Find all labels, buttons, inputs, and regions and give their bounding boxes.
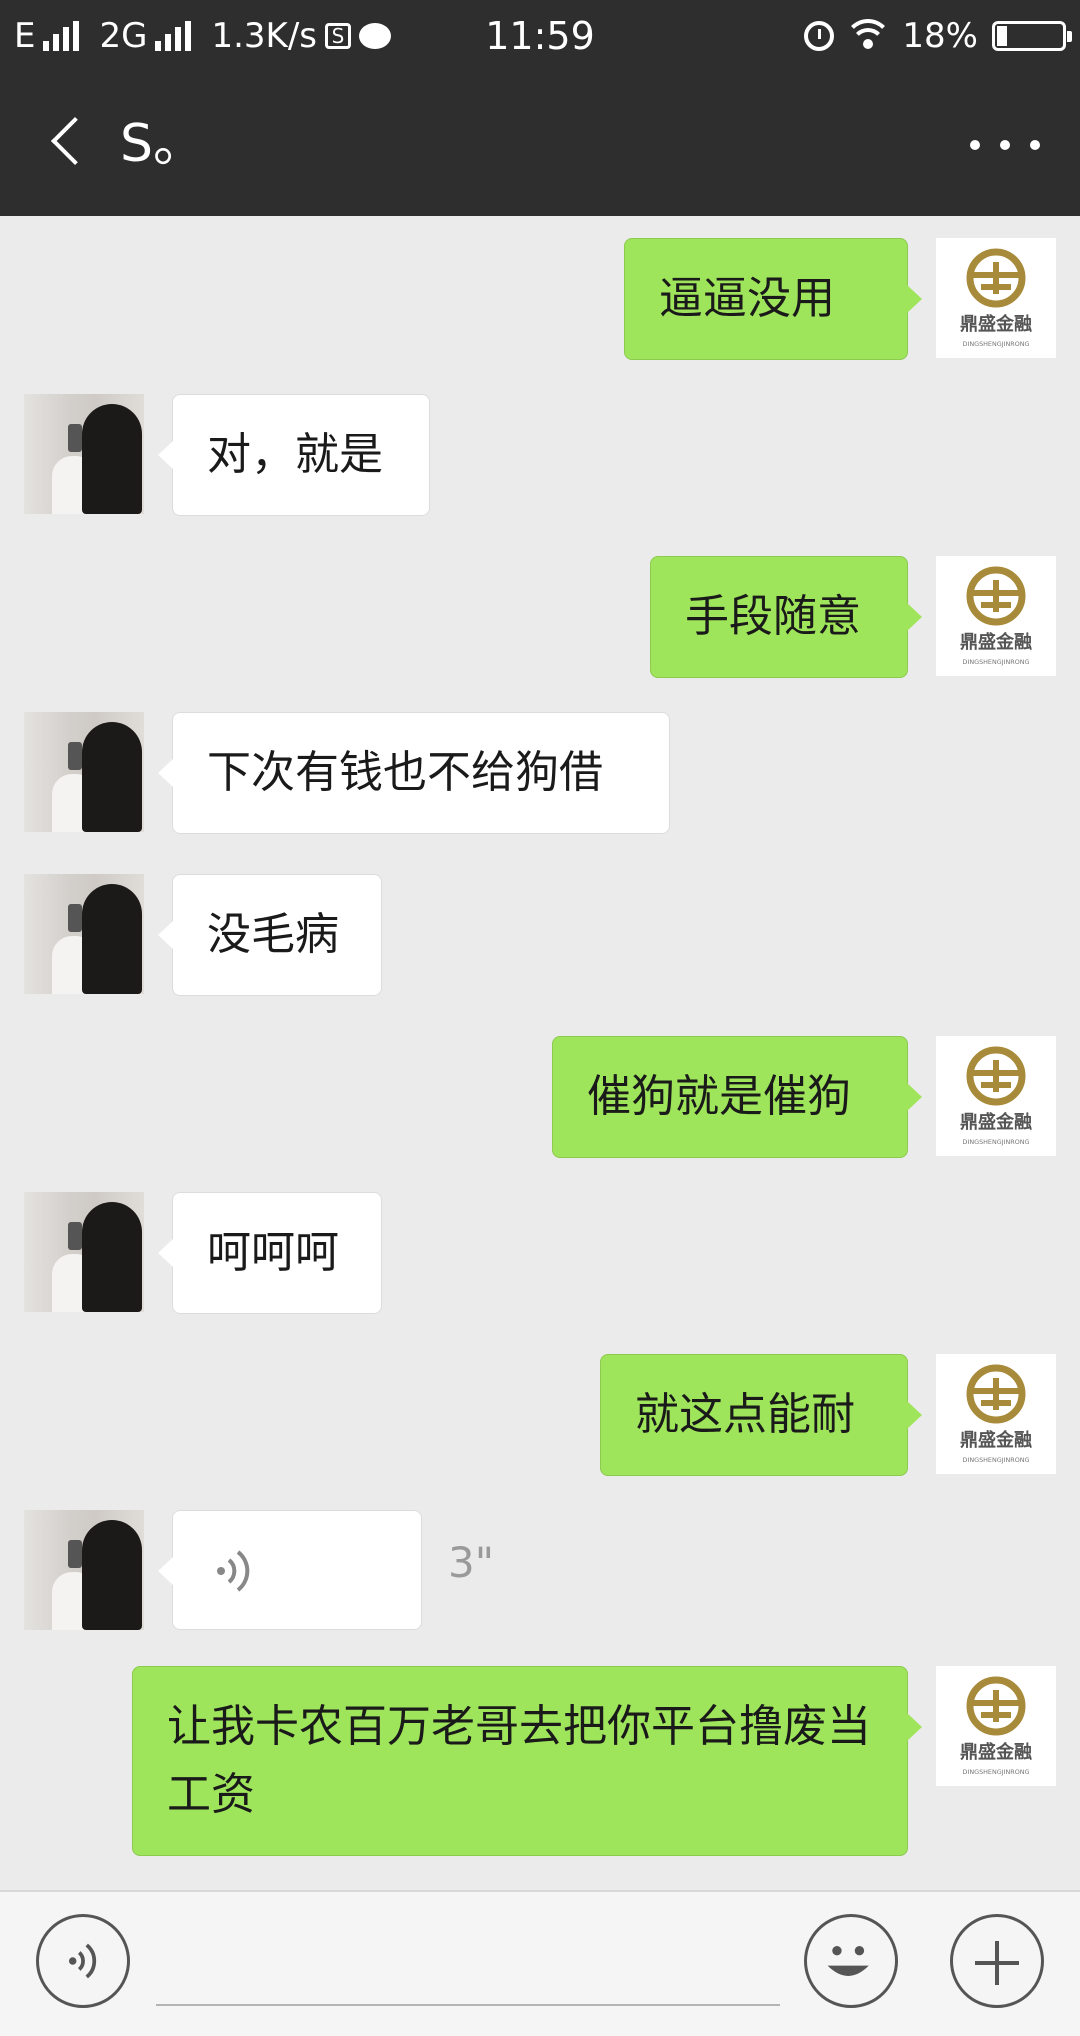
logo-pinyin-text: DINGSHENGJINRONG bbox=[963, 340, 1030, 348]
status-bar: E 2G 1.3K/s S 11:59 18% bbox=[0, 0, 1080, 72]
message-bubble-sent[interactable]: 让我卡农百万老哥去把你平台撸废当工资 bbox=[132, 1666, 922, 1856]
logo-pinyin-text: DINGSHENGJINRONG bbox=[963, 1456, 1030, 1464]
alarm-icon bbox=[804, 21, 835, 51]
more-dots-icon[interactable] bbox=[970, 130, 1040, 160]
message-row: 3" bbox=[0, 1510, 1080, 1630]
my-avatar[interactable]: 鼎盛金融 DINGSHENGJINRONG bbox=[936, 238, 1056, 358]
company-logo: 鼎盛金融 DINGSHENGJINRONG bbox=[936, 1036, 1056, 1156]
chat-header: S。 bbox=[0, 72, 1080, 216]
logo-pinyin-text: DINGSHENGJINRONG bbox=[963, 1138, 1030, 1146]
message-bubble-sent[interactable]: 逼逼没用 bbox=[624, 238, 922, 360]
message-row: 下次有钱也不给狗借 bbox=[0, 712, 1080, 834]
friend-avatar[interactable] bbox=[24, 874, 144, 994]
logo-brand-text: 鼎盛金融 bbox=[960, 1429, 1032, 1451]
company-logo: 鼎盛金融 DINGSHENGJINRONG bbox=[936, 1666, 1056, 1786]
message-bubble-sent[interactable]: 就这点能耐 bbox=[600, 1354, 922, 1476]
message-bubble-received[interactable]: 呵呵呵 bbox=[158, 1192, 382, 1314]
message-row: 对，就是 bbox=[0, 394, 1080, 516]
contact-name: S。 bbox=[120, 114, 206, 174]
voice-input-icon[interactable] bbox=[36, 1914, 130, 2008]
my-avatar[interactable]: 鼎盛金融 DINGSHENGJINRONG bbox=[936, 1036, 1056, 1156]
message-bubble-received[interactable]: 下次有钱也不给狗借 bbox=[158, 712, 670, 834]
message-bubble-sent[interactable]: 催狗就是催狗 bbox=[552, 1036, 922, 1158]
my-avatar[interactable]: 鼎盛金融 DINGSHENGJINRONG bbox=[936, 556, 1056, 676]
message-row: 催狗就是催狗 鼎盛金融 DINGSHENGJINRONG bbox=[0, 1036, 1080, 1158]
friend-avatar[interactable] bbox=[24, 1192, 144, 1312]
battery-percent: 18% bbox=[902, 16, 978, 56]
voice-wave-icon bbox=[68, 1943, 97, 1979]
company-logo: 鼎盛金融 DINGSHENGJINRONG bbox=[936, 556, 1056, 676]
message-input[interactable] bbox=[156, 2004, 780, 2006]
emoji-icon[interactable] bbox=[804, 1914, 898, 2008]
message-row: 就这点能耐 鼎盛金融 DINGSHENGJINRONG bbox=[0, 1354, 1080, 1476]
message-row: 逼逼没用 鼎盛金融 DINGSHENGJINRONG bbox=[0, 238, 1080, 360]
my-avatar[interactable]: 鼎盛金融 DINGSHENGJINRONG bbox=[936, 1666, 1056, 1786]
message-row: 手段随意 鼎盛金融 DINGSHENGJINRONG bbox=[0, 556, 1080, 678]
status-right: 18% bbox=[804, 14, 1072, 58]
logo-brand-text: 鼎盛金融 bbox=[960, 1741, 1032, 1763]
company-logo: 鼎盛金融 DINGSHENGJINRONG bbox=[936, 1354, 1056, 1474]
wifi-icon bbox=[848, 19, 889, 53]
message-row: 没毛病 bbox=[0, 874, 1080, 996]
friend-avatar[interactable] bbox=[24, 394, 144, 514]
logo-pinyin-text: DINGSHENGJINRONG bbox=[963, 658, 1030, 666]
logo-brand-text: 鼎盛金融 bbox=[960, 1111, 1032, 1133]
chevron-left-icon[interactable] bbox=[40, 114, 100, 174]
voice-wave-icon bbox=[217, 1550, 250, 1592]
logo-brand-text: 鼎盛金融 bbox=[960, 631, 1032, 653]
message-row: 呵呵呵 bbox=[0, 1192, 1080, 1314]
voice-duration: 3" bbox=[448, 1538, 495, 1587]
battery-icon bbox=[992, 21, 1072, 51]
input-bar bbox=[0, 1890, 1080, 2036]
my-avatar[interactable]: 鼎盛金融 DINGSHENGJINRONG bbox=[936, 1354, 1056, 1474]
friend-avatar[interactable] bbox=[24, 712, 144, 832]
message-bubble-received[interactable]: 没毛病 bbox=[158, 874, 382, 996]
friend-avatar[interactable] bbox=[24, 1510, 144, 1630]
message-row: 让我卡农百万老哥去把你平台撸废当工资 鼎盛金融 DINGSHENGJINRONG bbox=[0, 1666, 1080, 1856]
message-list[interactable]: 逼逼没用 鼎盛金融 DINGSHENGJINRONG 对，就是 手段随意 鼎盛金… bbox=[0, 216, 1080, 1890]
message-bubble-sent[interactable]: 手段随意 bbox=[650, 556, 922, 678]
logo-pinyin-text: DINGSHENGJINRONG bbox=[963, 1768, 1030, 1776]
company-logo: 鼎盛金融 DINGSHENGJINRONG bbox=[936, 238, 1056, 358]
logo-brand-text: 鼎盛金融 bbox=[960, 313, 1032, 335]
smiley-face-icon bbox=[827, 1946, 869, 1976]
message-bubble-received[interactable]: 对，就是 bbox=[158, 394, 430, 516]
plus-icon[interactable] bbox=[950, 1914, 1044, 2008]
voice-message-bubble[interactable] bbox=[158, 1510, 422, 1630]
